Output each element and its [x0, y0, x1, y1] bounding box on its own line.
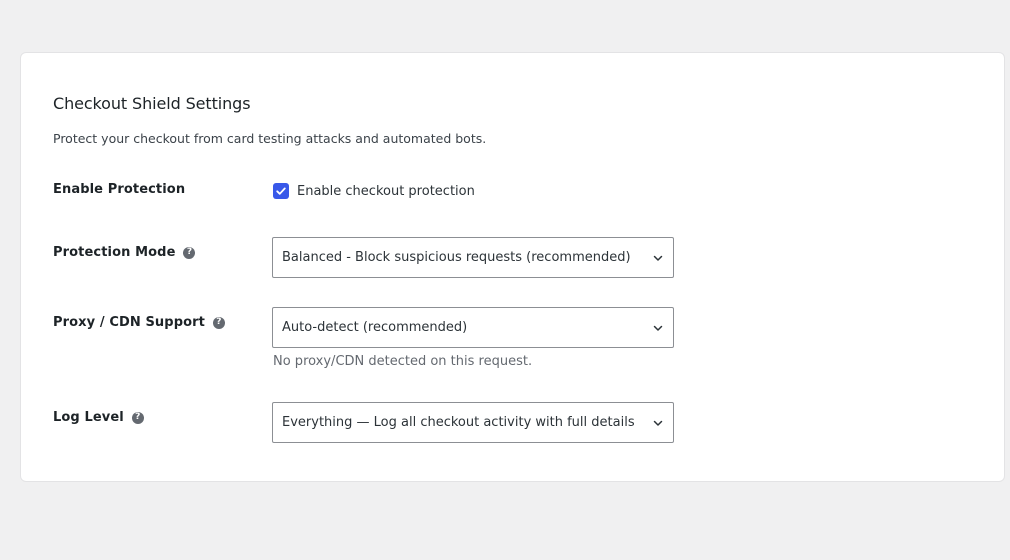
- proxy-cdn-select[interactable]: Auto-detect (recommended): [272, 307, 674, 348]
- help-question-icon[interactable]: ?: [183, 246, 196, 259]
- proxy-cdn-label: Proxy / CDN Support ?: [53, 315, 225, 330]
- page-description: Protect your checkout from card testing …: [53, 131, 487, 146]
- proxy-cdn-label-text: Proxy / CDN Support: [53, 315, 205, 330]
- enable-protection-checkbox-row[interactable]: Enable checkout protection: [273, 183, 475, 199]
- log-level-label: Log Level ?: [53, 410, 144, 425]
- protection-mode-select[interactable]: Balanced - Block suspicious requests (re…: [272, 237, 674, 278]
- enable-protection-label-text: Enable Protection: [53, 182, 186, 197]
- chevron-down-icon: [653, 420, 663, 426]
- help-question-icon[interactable]: ?: [212, 316, 225, 329]
- chevron-down-icon: [653, 325, 663, 331]
- proxy-cdn-hint: No proxy/CDN detected on this request.: [273, 354, 533, 369]
- enable-protection-label: Enable Protection: [53, 182, 185, 197]
- checkmark-icon: [276, 187, 286, 195]
- protection-mode-label: Protection Mode ?: [53, 245, 196, 260]
- log-level-label-text: Log Level: [53, 410, 124, 425]
- proxy-cdn-selected-value: Auto-detect (recommended): [282, 320, 468, 335]
- chevron-down-icon: [653, 255, 663, 261]
- protection-mode-label-text: Protection Mode: [53, 245, 176, 260]
- enable-protection-checkbox-label: Enable checkout protection: [297, 183, 475, 199]
- page-title: Checkout Shield Settings: [53, 94, 251, 113]
- log-level-selected-value: Everything — Log all checkout activity w…: [282, 415, 635, 430]
- log-level-select[interactable]: Everything — Log all checkout activity w…: [272, 402, 674, 443]
- protection-mode-selected-value: Balanced - Block suspicious requests (re…: [282, 250, 631, 265]
- help-question-icon[interactable]: ?: [131, 411, 144, 424]
- settings-card: Checkout Shield Settings Protect your ch…: [20, 52, 1005, 482]
- enable-protection-checkbox[interactable]: [273, 183, 289, 199]
